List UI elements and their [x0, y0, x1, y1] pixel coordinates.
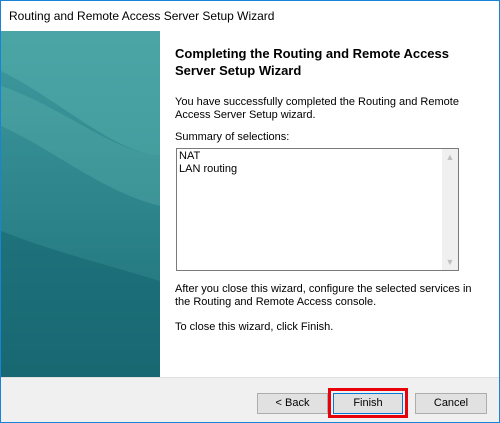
summary-item: NAT [179, 150, 201, 162]
banner-wave-graphic [1, 31, 160, 377]
wizard-side-banner [1, 31, 160, 377]
summary-list: NAT LAN routing [179, 150, 237, 176]
summary-item: LAN routing [179, 163, 238, 175]
after-close-instructions: After you close this wizard, configure t… [175, 283, 472, 308]
title-bar[interactable]: Routing and Remote Access Server Setup W… [1, 1, 499, 31]
back-button[interactable]: < Back [257, 393, 328, 414]
success-message: You have successfully completed the Rout… [175, 96, 459, 121]
finish-highlight-box [328, 388, 408, 418]
chevron-down-icon[interactable]: ▼ [442, 254, 458, 270]
summary-label: Summary of selections: [175, 131, 290, 143]
close-instructions: To close this wizard, click Finish. [175, 321, 334, 333]
button-bar: < Back Finish Cancel [1, 377, 499, 422]
wizard-content: Completing the Routing and Remote Access… [160, 31, 499, 377]
wizard-window: Routing and Remote Access Server Setup W… [0, 0, 500, 423]
page-title: Completing the Routing and Remote Access… [175, 46, 449, 78]
vertical-scrollbar[interactable]: ▲ ▼ [442, 149, 458, 270]
summary-textbox[interactable]: NAT LAN routing ▲ ▼ [176, 148, 459, 271]
cancel-button[interactable]: Cancel [415, 393, 487, 414]
chevron-up-icon[interactable]: ▲ [442, 149, 458, 165]
window-title: Routing and Remote Access Server Setup W… [9, 9, 275, 23]
